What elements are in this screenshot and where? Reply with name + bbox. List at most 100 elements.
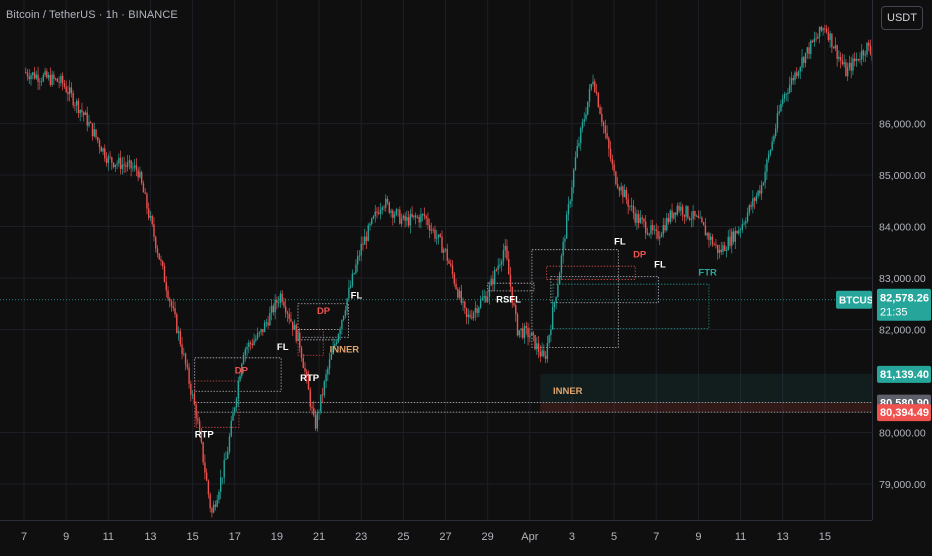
candle-body (719, 250, 720, 253)
candle-body (252, 344, 253, 345)
candle-body (736, 231, 737, 234)
candle-body (48, 75, 49, 78)
candle-body (564, 239, 565, 242)
price-tick-label: 82,000.00 (879, 325, 926, 337)
candle-body (517, 314, 518, 335)
candle-body (858, 59, 859, 60)
last-price-label: 82,578.26 (880, 293, 929, 305)
last-price-tag: 82,578.2621:35 (877, 289, 931, 321)
candle-body (396, 210, 397, 215)
candlestick-chart[interactable]: RTPDPFLRTPDPFLINNERRSFLFLDPFLFTRINNERBTC… (0, 0, 872, 520)
candle-body (840, 57, 841, 61)
candle-body (224, 460, 225, 478)
time-tick-label: 23 (355, 531, 367, 543)
candle-body (159, 253, 160, 259)
candle-body (434, 230, 435, 239)
price-tick-label: 84,000.00 (879, 222, 926, 234)
candle-body (36, 75, 37, 79)
time-axis[interactable]: 7911131517192123252729Apr3579111315 (0, 520, 872, 551)
candle-body (763, 183, 764, 185)
candle-body (749, 205, 750, 212)
candle-body (60, 76, 61, 83)
candle-body (346, 298, 347, 310)
annotation-label: INNER (553, 386, 583, 397)
candle-body (310, 390, 311, 407)
candle-body (526, 326, 527, 328)
candle-body (57, 79, 58, 82)
candle-body (227, 452, 228, 459)
candle-body (450, 264, 451, 266)
candle-body (394, 215, 395, 218)
candle-body (505, 246, 506, 250)
candle-body (550, 329, 551, 335)
candle-body (387, 199, 388, 203)
candle-body (71, 87, 72, 93)
candle-body (494, 270, 495, 284)
candle-body (836, 45, 837, 59)
candle-body (780, 104, 781, 111)
candle-body (160, 259, 161, 261)
candle-body (696, 216, 697, 217)
candle-body (771, 141, 772, 150)
candle-body (397, 210, 398, 211)
price-axis[interactable]: 79,000.0080,000.0082,000.0083,000.0084,0… (872, 0, 932, 520)
candle-body (464, 302, 465, 309)
candle-body (327, 369, 328, 375)
candle-body (371, 218, 372, 224)
candle-body (508, 259, 509, 274)
candle-body (608, 138, 609, 149)
candle-body (561, 256, 562, 273)
candle-body (865, 55, 866, 56)
candle-body (843, 62, 844, 64)
candle-body (490, 279, 491, 286)
annotation-label: DP (633, 249, 647, 260)
candle-body (32, 72, 33, 75)
candle-body (731, 232, 732, 246)
candle-body (364, 237, 365, 245)
candle-body (324, 381, 325, 395)
annotation-label: DP (235, 365, 249, 376)
candle-body (471, 317, 472, 318)
candle-body (431, 230, 432, 231)
time-tick-label: 11 (735, 531, 746, 543)
candle-body (287, 313, 288, 314)
candle-body (382, 207, 383, 209)
chart-plot-area[interactable]: RTPDPFLRTPDPFLINNERRSFLFLDPFLFTRINNERBTC… (0, 0, 872, 520)
candle-body (673, 213, 674, 219)
candle-body (784, 94, 785, 99)
candle-body (65, 87, 66, 92)
candle-body (311, 407, 312, 408)
candle-body (239, 376, 240, 381)
candle-body (99, 140, 100, 147)
candle-body (545, 356, 546, 359)
candle-body (476, 308, 477, 313)
candle-body (817, 37, 818, 39)
currency-button[interactable]: USDT (881, 6, 923, 30)
candle-body (724, 245, 725, 251)
candle-body (615, 172, 616, 185)
candle-body (266, 322, 267, 323)
candle-body (106, 158, 107, 163)
candle-body (598, 93, 599, 107)
candle-body (253, 341, 254, 345)
candle-body (318, 412, 319, 413)
candle-body (775, 128, 776, 136)
zone-box (553, 284, 709, 328)
candle-body (634, 213, 635, 223)
candle-body (348, 288, 349, 299)
candle-body (522, 328, 523, 337)
candle-body (452, 265, 453, 274)
candle-body (369, 224, 370, 225)
candle-body (255, 339, 256, 341)
candle-body (301, 348, 302, 358)
candle-body (104, 148, 105, 158)
candle-body (492, 279, 493, 285)
candle-body (329, 360, 330, 369)
candle-body (264, 323, 265, 332)
candle-body (262, 329, 263, 332)
candle-body (756, 196, 757, 201)
candle-body (166, 282, 167, 290)
candle-body (95, 129, 96, 137)
candle-body (25, 72, 26, 73)
candle-body (120, 158, 121, 169)
